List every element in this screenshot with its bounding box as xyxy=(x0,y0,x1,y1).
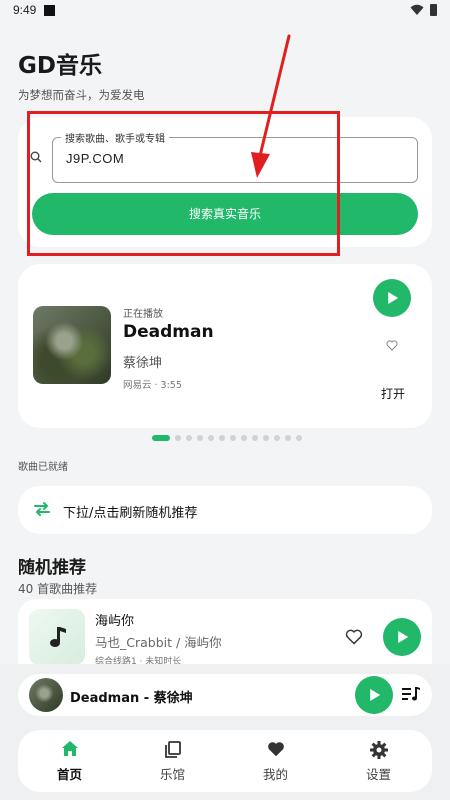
favorite-icon[interactable] xyxy=(345,629,363,645)
carousel-dot[interactable] xyxy=(230,435,236,441)
section-title: 随机推荐 xyxy=(18,558,86,578)
section-subtitle: 40 首歌曲推荐 xyxy=(18,582,98,596)
refresh-button[interactable]: 下拉/点击刷新随机推荐 xyxy=(18,486,432,534)
carousel-dot[interactable] xyxy=(186,435,192,441)
bottom-nav: 首页 乐馆 我的 设置 xyxy=(18,730,432,792)
refresh-label: 下拉/点击刷新随机推荐 xyxy=(63,506,198,521)
nav-label: 乐馆 xyxy=(159,767,185,782)
now-playing-label: 正在播放 xyxy=(123,309,163,320)
playlist-icon[interactable] xyxy=(402,686,420,702)
wifi-icon xyxy=(410,4,424,15)
mini-album-art xyxy=(29,678,63,712)
mini-player-title: Deadman - 蔡徐坤 xyxy=(70,691,193,706)
mini-play-button[interactable] xyxy=(355,676,393,714)
song-artist: 马也_Crabbit / 海屿你 xyxy=(95,635,222,650)
carousel-dot[interactable] xyxy=(296,435,302,441)
play-button[interactable] xyxy=(373,279,411,317)
song-art xyxy=(29,609,85,665)
carousel-dot[interactable] xyxy=(263,435,269,441)
album-art xyxy=(33,306,111,384)
nav-item-mine[interactable]: 我的 xyxy=(224,730,327,792)
carousel-dot[interactable] xyxy=(252,435,258,441)
library-icon xyxy=(164,741,181,758)
now-playing-meta: 网易云 · 3:55 xyxy=(123,380,182,391)
nav-item-home[interactable]: 首页 xyxy=(18,730,121,792)
nav-label: 首页 xyxy=(56,767,82,782)
play-icon xyxy=(388,292,399,304)
carousel-dot[interactable] xyxy=(197,435,203,441)
carousel-dot[interactable] xyxy=(219,435,225,441)
carousel-dot[interactable] xyxy=(152,435,170,441)
carousel-dot[interactable] xyxy=(274,435,280,441)
now-playing-title: Deadman xyxy=(123,322,214,342)
favorite-icon[interactable] xyxy=(386,340,398,351)
carousel-dot[interactable] xyxy=(285,435,291,441)
carousel-dot[interactable] xyxy=(241,435,247,441)
now-playing-artist: 蔡徐坤 xyxy=(123,356,163,371)
gear-icon xyxy=(369,741,388,759)
battery-icon xyxy=(430,4,437,16)
now-playing-card[interactable]: 正在播放 Deadman 蔡徐坤 网易云 · 3:55 打开 xyxy=(18,264,432,428)
carousel-dot[interactable] xyxy=(175,435,181,441)
app-subtitle: 为梦想而奋斗，为爱发电 xyxy=(18,88,145,102)
mini-player[interactable]: Deadman - 蔡徐坤 xyxy=(18,674,432,716)
app-title: GD音乐 xyxy=(18,53,102,79)
status-text: 歌曲已就绪 xyxy=(18,462,68,473)
nav-label: 我的 xyxy=(262,767,288,782)
status-bar: 9:49 xyxy=(0,0,450,24)
nav-item-settings[interactable]: 设置 xyxy=(327,730,430,792)
status-time: 9:49 xyxy=(13,3,37,17)
notification-icon xyxy=(44,5,55,16)
carousel-dot[interactable] xyxy=(208,435,214,441)
play-icon xyxy=(398,631,409,643)
music-note-icon xyxy=(50,627,66,647)
home-icon xyxy=(61,741,78,756)
open-button[interactable]: 打开 xyxy=(381,385,405,402)
shuffle-icon xyxy=(34,502,50,516)
list-item[interactable]: 海屿你 马也_Crabbit / 海屿你 综合线路1 · 未知时长 xyxy=(18,599,432,669)
nav-item-library[interactable]: 乐馆 xyxy=(121,730,224,792)
song-title: 海屿你 xyxy=(95,614,135,629)
play-icon xyxy=(370,689,381,701)
play-button[interactable] xyxy=(383,618,421,656)
heart-icon xyxy=(267,742,284,757)
annotation-box xyxy=(27,111,340,256)
nav-label: 设置 xyxy=(365,767,391,782)
